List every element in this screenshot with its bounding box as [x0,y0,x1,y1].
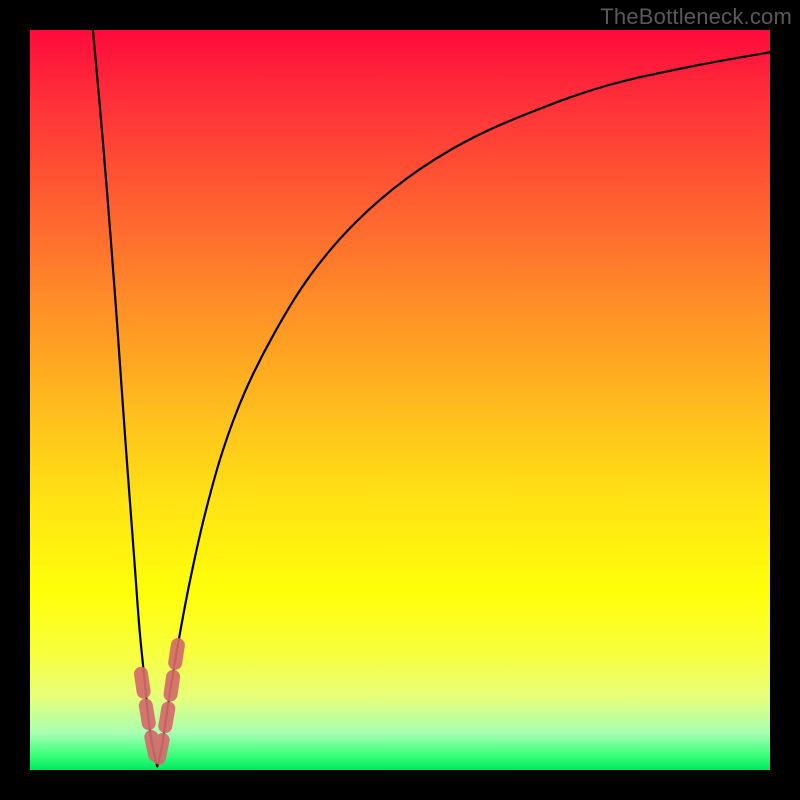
chart-frame: TheBottleneck.com [0,0,800,800]
curve-layer [30,30,770,770]
plot-area [30,30,770,770]
site-watermark: TheBottleneck.com [600,4,792,30]
marker-cluster [141,644,178,762]
curve-right-branch [157,52,770,766]
curve-left-branch [93,30,157,766]
